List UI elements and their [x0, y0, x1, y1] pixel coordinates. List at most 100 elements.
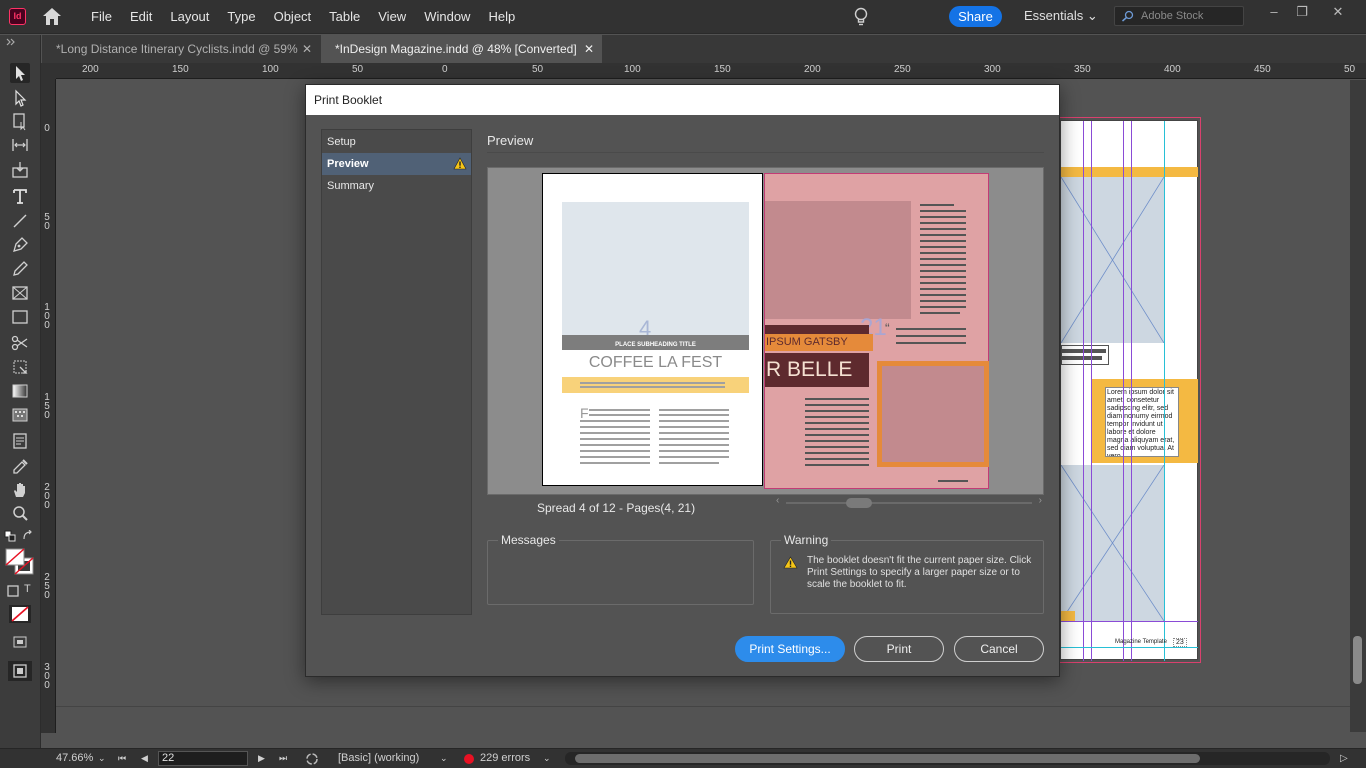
rectangle-tool-icon[interactable] — [10, 307, 30, 327]
ruler-origin[interactable] — [41, 63, 56, 79]
pen-tool-icon[interactable] — [10, 235, 30, 255]
ruler-label: 350 — [1074, 64, 1091, 75]
menu-layout[interactable]: Layout — [161, 0, 218, 34]
nav-setup[interactable]: Setup — [322, 131, 471, 153]
collapse-panel-icon[interactable] — [6, 38, 16, 46]
first-page-icon[interactable]: ⏮ — [118, 749, 126, 768]
menu-edit[interactable]: Edit — [121, 0, 161, 34]
fill-stroke-swatch-icon[interactable] — [5, 548, 35, 576]
direct-selection-tool-icon[interactable] — [10, 88, 30, 108]
open-page-icon[interactable] — [305, 752, 319, 766]
nav-preview[interactable]: Preview — [322, 153, 471, 175]
preflight-profile[interactable]: [Basic] (working) — [338, 749, 419, 768]
gap-tool-icon[interactable] — [10, 135, 30, 155]
default-colors-icon[interactable] — [4, 530, 16, 542]
vertical-ruler[interactable]: 0 5 0 1 0 0 1 5 0 2 0 0 2 5 0 3 0 0 — [41, 79, 56, 733]
ruler-label: 2 5 0 — [44, 572, 50, 601]
eyedropper-tool-icon[interactable] — [10, 457, 30, 477]
ruler-label: 450 — [1254, 64, 1271, 75]
orange-image-frame — [877, 361, 989, 467]
scroll-right-icon[interactable]: ▷ — [1340, 749, 1348, 768]
scissors-tool-icon[interactable] — [10, 333, 30, 353]
close-window-icon[interactable]: ✕ — [1328, 2, 1348, 22]
menu-type[interactable]: Type — [218, 0, 264, 34]
nav-summary[interactable]: Summary — [322, 175, 471, 197]
horizontal-scrollbar[interactable] — [565, 752, 1330, 765]
close-icon[interactable]: ✕ — [584, 35, 594, 63]
scroll-left-icon[interactable]: ‹ — [776, 495, 779, 506]
formatting-text-icon[interactable]: T — [24, 583, 31, 595]
warning-group: Warning The booklet doesn't fit the curr… — [770, 533, 1044, 614]
view-mode-icon[interactable] — [10, 632, 30, 652]
print-button[interactable]: Print — [854, 636, 944, 662]
gradient-swatch-tool-icon[interactable] — [10, 381, 30, 401]
ruler-label: 2 0 0 — [44, 482, 50, 511]
search-icon — [1122, 10, 1134, 22]
scroll-right-icon[interactable]: › — [1039, 495, 1042, 506]
chevron-down-icon[interactable]: ⌄ — [440, 749, 448, 768]
hand-tool-icon[interactable] — [10, 480, 30, 500]
document-tabs: *Long Distance Itinerary Cyclists.indd @… — [42, 35, 1366, 63]
warning-message: The booklet doesn't fit the current pape… — [807, 555, 1032, 590]
free-transform-tool-icon[interactable] — [10, 357, 30, 377]
subheading-bar: PLACE SUBHEADING TITLE — [562, 335, 749, 350]
selection-tool-icon[interactable] — [10, 63, 30, 83]
error-count[interactable]: 229 errors — [480, 749, 530, 768]
content-collector-icon[interactable] — [10, 160, 30, 180]
cancel-button[interactable]: Cancel — [954, 636, 1044, 662]
quote-mark: “ — [885, 320, 890, 336]
note-tool-icon[interactable] — [10, 431, 30, 451]
minimize-icon[interactable]: – — [1264, 2, 1284, 22]
tab-indesign-magazine[interactable]: *InDesign Magazine.indd @ 48% [Converted… — [321, 35, 602, 63]
menu-object[interactable]: Object — [265, 0, 321, 34]
last-page-icon[interactable]: ⏭ — [279, 749, 287, 768]
page-tool-icon[interactable] — [10, 111, 30, 131]
pencil-tool-icon[interactable] — [10, 259, 30, 279]
menu-file[interactable]: File — [82, 0, 121, 34]
apply-none-icon[interactable] — [8, 604, 32, 624]
preview-scrollbar[interactable]: ‹ › — [776, 495, 1042, 509]
scrollbar-thumb[interactable] — [575, 754, 1200, 763]
formatting-container-icon[interactable] — [7, 585, 19, 597]
type-tool-icon[interactable] — [10, 186, 30, 206]
menu-window[interactable]: Window — [415, 0, 479, 34]
rectangle-frame-tool-icon[interactable] — [10, 283, 30, 303]
scrollbar-thumb[interactable] — [846, 498, 872, 508]
lightbulb-icon[interactable] — [852, 7, 870, 27]
document-page-23[interactable]: Lorem ipsum dolor sit amet, consetetur s… — [1057, 117, 1201, 663]
warning-icon — [453, 157, 467, 170]
share-button[interactable]: Share — [949, 6, 1002, 27]
horizontal-ruler[interactable]: 200 150 100 50 0 50 100 150 200 250 300 … — [56, 63, 1366, 79]
line-tool-icon[interactable] — [10, 211, 30, 231]
page-number-input[interactable]: 22 — [158, 751, 248, 766]
swap-colors-icon[interactable] — [22, 530, 34, 542]
gradient-feather-tool-icon[interactable] — [10, 405, 30, 425]
next-page-icon[interactable]: ▶ — [258, 749, 265, 768]
dialog-nav: Setup Preview Summary — [321, 129, 472, 615]
print-settings-button[interactable]: Print Settings... — [735, 636, 845, 662]
vertical-scrollbar[interactable] — [1350, 80, 1366, 732]
restore-icon[interactable]: ❐ — [1292, 2, 1312, 22]
ruler-label: 400 — [1164, 64, 1181, 75]
screen-mode-icon[interactable] — [7, 660, 33, 682]
menu-table[interactable]: Table — [320, 0, 369, 34]
heading-frame — [1061, 345, 1109, 365]
zoom-level[interactable]: 47.66% — [56, 749, 93, 768]
menu-view[interactable]: View — [369, 0, 415, 34]
footer-line — [938, 480, 968, 482]
tab-label: *InDesign Magazine.indd @ 48% [Converted… — [335, 42, 577, 56]
scrollbar-thumb[interactable] — [1353, 636, 1362, 684]
chevron-down-icon[interactable]: ⌄ — [98, 749, 106, 768]
close-icon[interactable]: ✕ — [302, 35, 312, 63]
ruler-label: 150 — [714, 64, 731, 75]
tab-long-distance-itinerary[interactable]: *Long Distance Itinerary Cyclists.indd @… — [42, 35, 320, 63]
chevron-down-icon[interactable]: ⌄ — [543, 749, 551, 768]
orange-band — [1061, 167, 1198, 177]
adobe-stock-search-input[interactable]: Adobe Stock — [1114, 6, 1244, 26]
messages-group: Messages — [487, 533, 754, 605]
menu-help[interactable]: Help — [479, 0, 524, 34]
workspace-switcher[interactable]: Essentials ⌄ — [1024, 0, 1098, 32]
home-icon[interactable] — [42, 7, 62, 26]
previous-page-icon[interactable]: ◀ — [141, 749, 148, 768]
zoom-tool-icon[interactable] — [10, 504, 30, 524]
